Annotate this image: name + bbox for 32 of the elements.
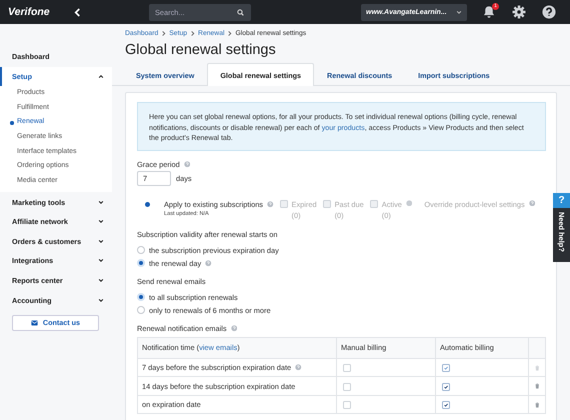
trash-icon[interactable] xyxy=(534,402,540,408)
bell-icon[interactable] xyxy=(482,5,496,19)
help-tab-icon: ? xyxy=(553,193,570,208)
radio-button[interactable] xyxy=(137,259,145,268)
chevron-down-icon xyxy=(98,219,104,224)
search-icon[interactable] xyxy=(237,8,244,16)
chevron-down-icon xyxy=(98,258,104,264)
chevron-down-icon xyxy=(98,238,104,244)
checkbox[interactable] xyxy=(442,401,450,410)
chevron-down-icon xyxy=(456,10,462,14)
chevron-down-icon xyxy=(98,298,104,303)
chevron-right-icon xyxy=(227,30,232,37)
checkbox[interactable] xyxy=(343,401,351,410)
help-icon[interactable] xyxy=(542,5,556,19)
info-icon xyxy=(406,200,412,206)
radio-button[interactable] xyxy=(137,246,145,254)
checkbox[interactable] xyxy=(442,382,450,391)
chevron-down-icon xyxy=(98,200,104,205)
trash-icon[interactable] xyxy=(534,383,540,390)
chevron-right-icon xyxy=(190,30,196,37)
envelope-icon xyxy=(30,320,38,326)
status-dot xyxy=(145,202,150,207)
chevron-left-icon[interactable] xyxy=(74,8,81,16)
radio-button[interactable] xyxy=(137,293,145,302)
radio-button[interactable] xyxy=(137,306,145,314)
logo[interactable]: Verifone xyxy=(8,6,74,18)
chevron-right-icon xyxy=(161,30,166,37)
chevron-up-icon xyxy=(98,74,104,79)
page-title: Global renewal settings xyxy=(125,42,277,60)
checkbox[interactable] xyxy=(343,382,351,391)
settings-icon[interactable] xyxy=(512,5,526,19)
chevron-down-icon xyxy=(98,278,104,284)
